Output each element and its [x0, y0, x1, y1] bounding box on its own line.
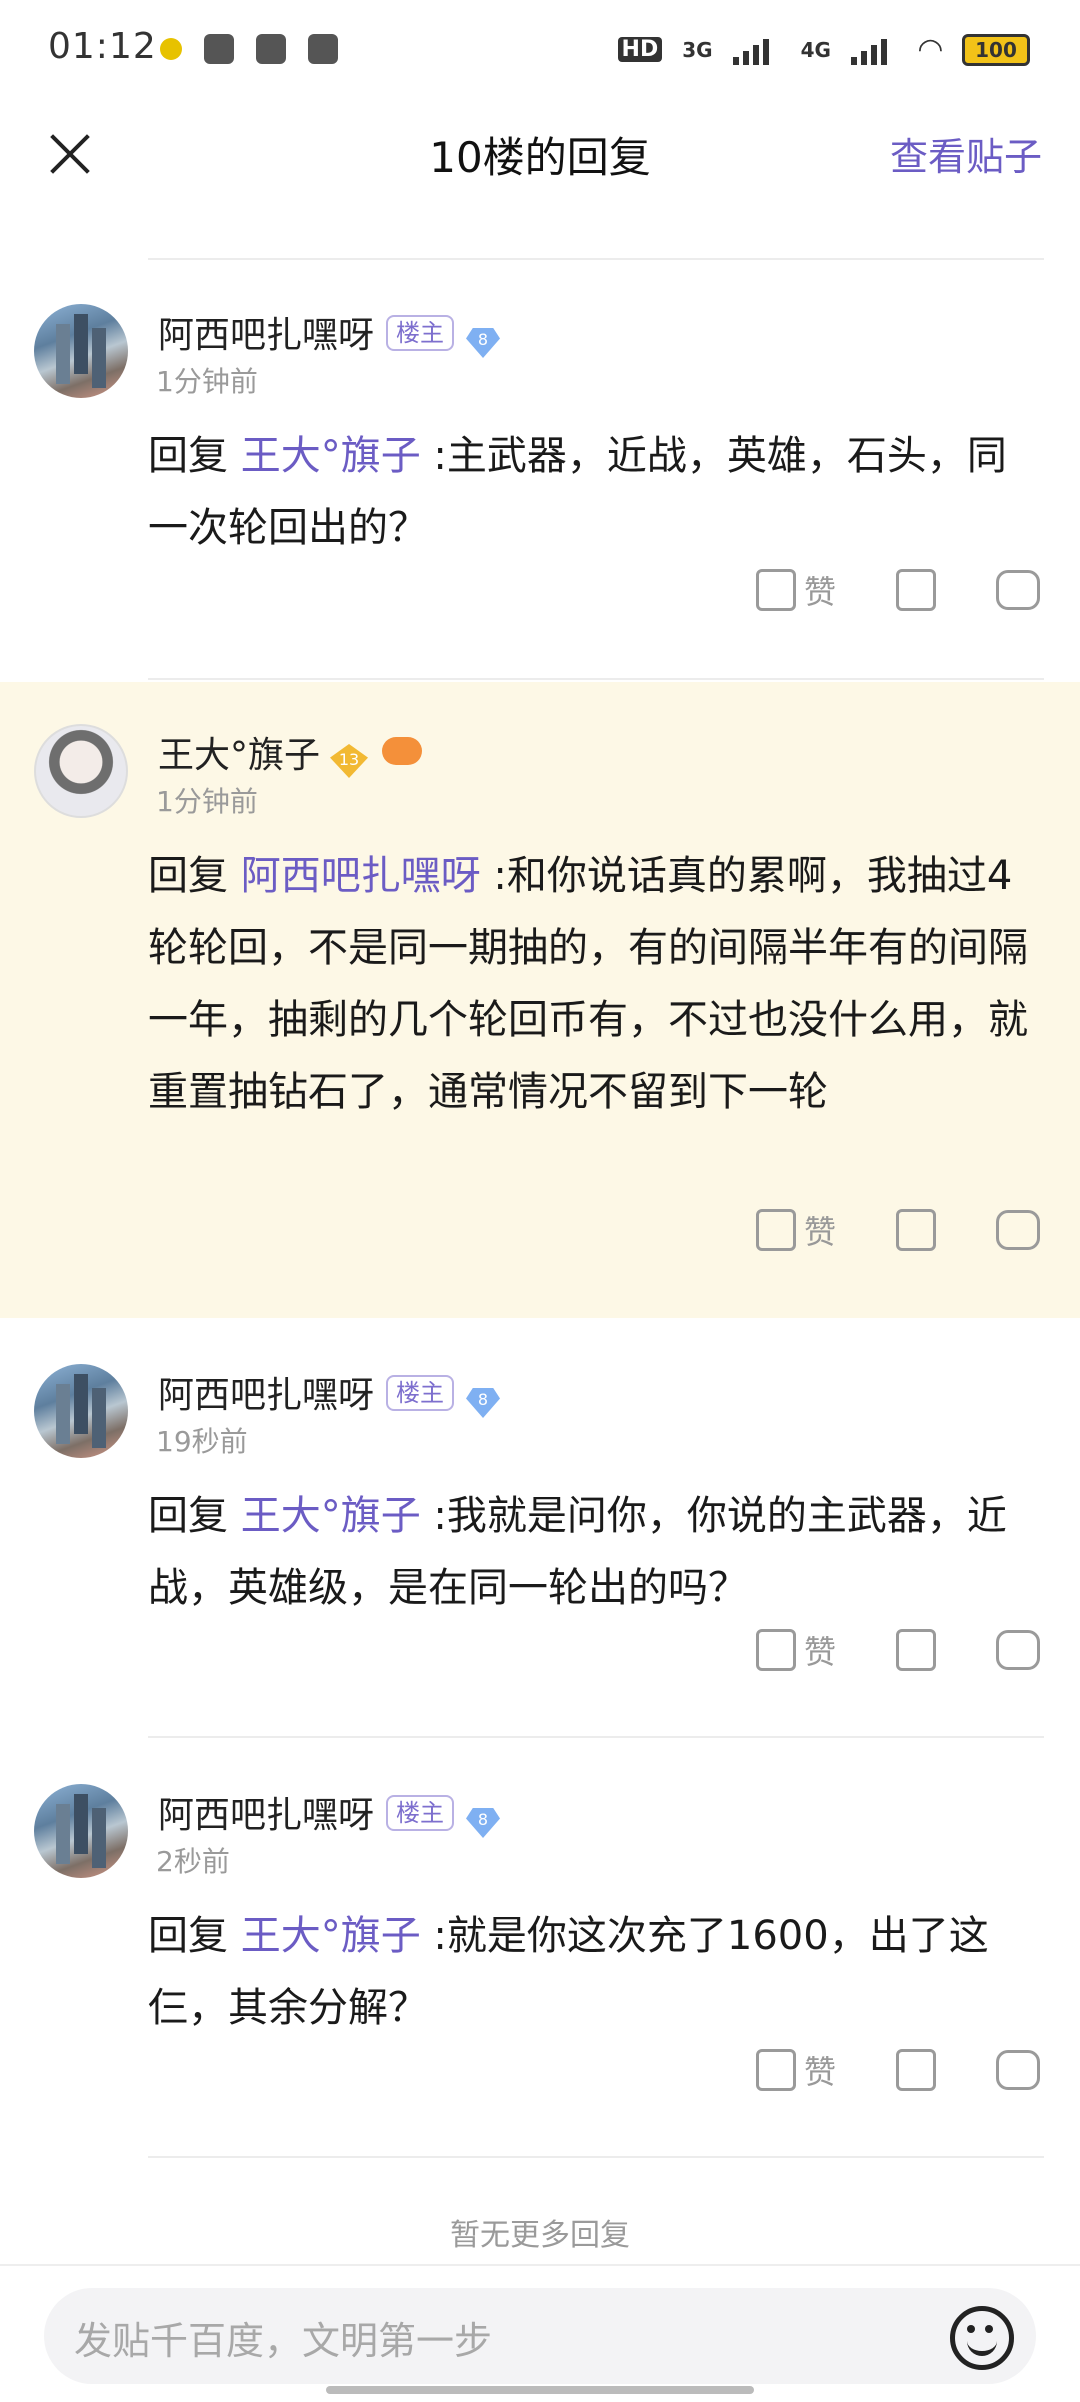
reply-content: 回复 王大°旗子 :就是你这次充了1600，出了这仨，其余分解？ — [148, 1900, 1038, 2044]
reply-actions: 赞 — [696, 1620, 1040, 1680]
like-label: 赞 — [803, 573, 836, 611]
like-button[interactable]: 赞 — [755, 1207, 836, 1253]
dislike-button[interactable] — [896, 1209, 936, 1251]
network-4g-label: 4G — [800, 37, 831, 62]
reply-item: 阿西吧扎嘿呀 楼主 8 19秒前 回复 王大°旗子 :我就是问你，你说的主武器，近战… — [0, 1318, 1080, 1738]
reply-actions: 赞 — [696, 1200, 1040, 1260]
reply-prefix: 回复 — [148, 1493, 228, 1539]
like-label: 赞 — [803, 1213, 836, 1251]
status-right: HD 3G 4G ◠ 100 — [617, 32, 1030, 67]
hd-voice-icon: HD — [617, 37, 663, 62]
input-placeholder: 发贴千百度，文明第一步 — [74, 2319, 493, 2363]
comment-icon — [996, 570, 1040, 610]
gamepad-icon — [382, 737, 423, 765]
mention-link[interactable]: 王大°旗子 — [241, 1493, 421, 1539]
divider — [148, 2156, 1044, 2158]
battery-icon: 100 — [962, 33, 1030, 66]
notification-icons — [160, 34, 338, 64]
thumbs-down-icon — [896, 569, 936, 611]
username-row: 阿西吧扎嘿呀 楼主 8 — [158, 1366, 501, 1418]
reply-content: 回复 王大°旗子 :主武器，近战，英雄，石头，同一次轮回出的？ — [148, 420, 1038, 564]
username[interactable]: 王大°旗子 — [158, 735, 320, 776]
host-badge: 楼主 — [386, 1375, 455, 1411]
thumbs-down-icon — [896, 1629, 936, 1671]
status-bar: 01:12 HD 3G 4G ◠ 100 — [0, 0, 1080, 100]
reply-actions: 赞 — [696, 2040, 1040, 2100]
reply-prefix: 回复 — [148, 433, 228, 479]
comment-icon — [996, 2050, 1040, 2090]
app-notification-icon — [160, 38, 182, 60]
reply-item-highlighted: 王大°旗子 13 1分钟前 回复 阿西吧扎嘿呀 :和你说话真的累啊，我抽过4轮轮回… — [0, 682, 1080, 1318]
home-indicator[interactable] — [326, 2386, 754, 2394]
bottom-input-bar: 发贴千百度，文明第一步 — [0, 2264, 1080, 2402]
avatar[interactable] — [34, 304, 128, 398]
network-3g-label: 3G — [682, 37, 713, 62]
like-label: 赞 — [803, 1633, 836, 1671]
reply-prefix: 回复 — [148, 853, 228, 899]
avatar[interactable] — [34, 1784, 128, 1878]
username[interactable]: 阿西吧扎嘿呀 — [158, 1375, 374, 1416]
signal-icon — [850, 35, 899, 65]
mention-link[interactable]: 阿西吧扎嘿呀 — [241, 853, 481, 899]
like-button[interactable]: 赞 — [755, 1627, 836, 1673]
app-notification-icon — [204, 34, 234, 64]
username-row: 阿西吧扎嘿呀 楼主 8 — [158, 306, 501, 358]
wifi-icon: ◠ — [918, 32, 942, 67]
thumbs-up-icon — [755, 1209, 796, 1251]
dislike-button[interactable] — [896, 1629, 936, 1671]
reply-content: 回复 阿西吧扎嘿呀 :和你说话真的累啊，我抽过4轮轮回，不是同一期抽的，有的间隔… — [148, 840, 1038, 1128]
username-row: 王大°旗子 13 — [158, 726, 423, 778]
avatar[interactable] — [34, 724, 128, 818]
time-ago: 1分钟前 — [156, 785, 258, 818]
comment-icon — [996, 1630, 1040, 1670]
level-badge-icon: 13 — [330, 744, 369, 778]
username[interactable]: 阿西吧扎嘿呀 — [158, 315, 374, 356]
mention-link[interactable]: 王大°旗子 — [241, 433, 421, 479]
time-ago: 19秒前 — [156, 1425, 248, 1458]
like-button[interactable]: 赞 — [755, 2047, 836, 2093]
thumbs-up-icon — [755, 1629, 796, 1671]
thumbs-up-icon — [755, 2049, 796, 2091]
comment-button[interactable] — [996, 1630, 1040, 1670]
reply-content: 回复 王大°旗子 :我就是问你，你说的主武器，近战，英雄级，是在同一轮出的吗？ — [148, 1480, 1038, 1624]
reply-item: 阿西吧扎嘿呀 楼主 8 2秒前 回复 王大°旗子 :就是你这次充了1600，出了这仨… — [0, 1738, 1080, 2158]
time-ago: 2秒前 — [156, 1845, 230, 1878]
top-navigation-bar: 10楼的回复 查看贴子 — [0, 100, 1080, 210]
reply-item: 阿西吧扎嘿呀 楼主 8 1分钟前 回复 王大°旗子 :主武器，近战，英雄，石头，同一… — [0, 260, 1080, 680]
dislike-button[interactable] — [896, 2049, 936, 2091]
view-post-link[interactable]: 查看贴子 — [890, 126, 1042, 181]
reply-input[interactable]: 发贴千百度，文明第一步 — [44, 2288, 1036, 2384]
level-gem-icon: 8 — [466, 1808, 501, 1838]
thumbs-down-icon — [896, 2049, 936, 2091]
dislike-button[interactable] — [896, 569, 936, 611]
like-button[interactable]: 赞 — [755, 567, 836, 613]
status-time: 01:12 — [48, 26, 157, 67]
level-gem-icon: 8 — [466, 1388, 501, 1418]
username[interactable]: 阿西吧扎嘿呀 — [158, 1795, 374, 1836]
comment-icon — [996, 1210, 1040, 1250]
username-row: 阿西吧扎嘿呀 楼主 8 — [158, 1786, 501, 1838]
mention-link[interactable]: 王大°旗子 — [241, 1913, 421, 1959]
level-gem-icon: 8 — [466, 328, 501, 358]
like-label: 赞 — [803, 2053, 836, 2091]
comment-button[interactable] — [996, 570, 1040, 610]
comment-button[interactable] — [996, 2050, 1040, 2090]
book-icon — [308, 34, 338, 64]
comment-button[interactable] — [996, 1210, 1040, 1250]
thumbs-up-icon — [755, 569, 796, 611]
host-badge: 楼主 — [386, 315, 455, 351]
no-more-replies: 暂无更多回复 — [450, 2218, 630, 2253]
host-badge: 楼主 — [386, 1795, 455, 1831]
vibrate-icon — [256, 34, 286, 64]
time-ago: 1分钟前 — [156, 365, 258, 398]
divider — [148, 678, 1044, 680]
avatar[interactable] — [34, 1364, 128, 1458]
signal-icon — [732, 35, 781, 65]
reply-prefix: 回复 — [148, 1913, 228, 1959]
emoji-icon[interactable] — [950, 2306, 1014, 2370]
reply-actions: 赞 — [696, 560, 1040, 620]
thumbs-down-icon — [896, 1209, 936, 1251]
